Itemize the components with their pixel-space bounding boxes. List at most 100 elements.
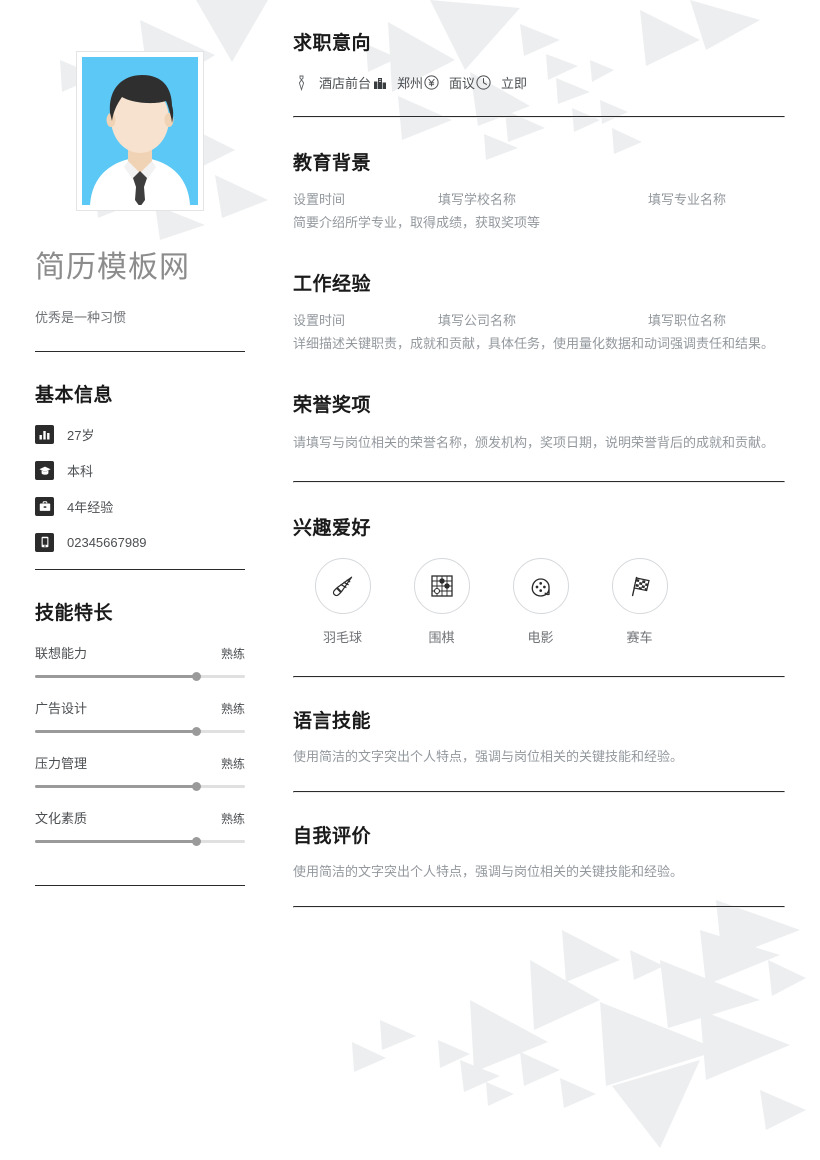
skill-level: 熟练	[220, 701, 245, 716]
skills-list: 联想能力 熟练 广告设计 熟练 压力管理 熟练 文化素质 熟练	[35, 643, 245, 846]
section-language: 语言技能 使用简洁的文字突出个人特点，强调与岗位相关的关键技能和经验。	[293, 678, 785, 794]
skill-slider-knob[interactable]	[192, 836, 202, 846]
list-item: 压力管理 熟练	[35, 753, 245, 791]
section-hobbies: 兴趣爱好 羽毛球 围棋 电影 赛车	[293, 483, 785, 679]
section-education: 教育背景 设置时间 填写学校名称 填写专业名称 简要介绍所学专业，取得成绩，获取…	[293, 118, 785, 265]
list-item: 4年经验	[35, 496, 245, 516]
necktie-icon	[293, 74, 310, 91]
section-self-evaluation: 自我评价 使用简洁的文字突出个人特点，强调与岗位相关的关键技能和经验。	[293, 793, 785, 909]
sidebar-divider-1	[35, 350, 245, 352]
list-item: 郑州	[371, 73, 423, 92]
hobby-label: 围棋	[428, 630, 455, 646]
list-item: 赛车	[590, 558, 689, 646]
honors-heading: 荣誉奖项	[293, 395, 372, 417]
sidebar: 简历模板网 优秀是一种习惯 基本信息 27岁 本科 4年经验 023456679…	[0, 0, 280, 1160]
hobbies-heading: 兴趣爱好	[293, 518, 372, 540]
skill-slider-knob[interactable]	[192, 781, 202, 791]
work-company: 填写公司名称	[438, 313, 517, 329]
skill-level: 熟练	[220, 646, 245, 661]
go-board-icon	[413, 558, 470, 615]
self-evaluation-description: 使用简洁的文字突出个人特点，强调与岗位相关的关键技能和经验。	[293, 864, 684, 880]
basic-info-heading: 基本信息	[35, 384, 114, 406]
skill-slider-knob[interactable]	[192, 726, 202, 736]
page-title: 简历模板网	[35, 251, 190, 284]
work-time: 设置时间	[293, 313, 346, 329]
list-item: 27岁	[35, 424, 245, 444]
education-meta-row: 设置时间 填写学校名称 填写专业名称	[293, 189, 785, 208]
education-school: 填写学校名称	[438, 192, 517, 207]
job-intention-value: 面议	[449, 76, 476, 91]
list-item: 联想能力 熟练	[35, 643, 245, 681]
yen-circle-icon	[423, 74, 440, 91]
work-description: 详细描述关键职责，成就和贡献，具体任务，使用量化数据和动词强调责任和结果。	[293, 336, 775, 352]
education-major: 填写专业名称	[648, 192, 727, 207]
hobby-label: 电影	[527, 630, 554, 646]
job-intention-list: 酒店前台 郑州 面议 立即	[293, 73, 785, 92]
language-description: 使用简洁的文字突出个人特点，强调与岗位相关的关键技能和经验。	[293, 749, 684, 765]
list-item: 本科	[35, 460, 245, 480]
education-description: 简要介绍所学专业，取得成绩，获取奖项等	[293, 215, 541, 230]
avatar-photo-icon	[82, 57, 198, 205]
hobby-label: 羽毛球	[322, 630, 362, 646]
list-item: 02345667989	[35, 532, 245, 552]
hobbies-list: 羽毛球 围棋 电影 赛车	[293, 558, 785, 646]
section-honors: 荣誉奖项 请填写与岗位相关的荣誉名称，颁发机构，奖项日期，说明荣誉背后的成就和贡…	[293, 386, 785, 484]
list-item: 立即	[475, 73, 527, 92]
skill-slider[interactable]	[35, 726, 245, 736]
language-heading: 语言技能	[293, 711, 372, 733]
racing-flag-icon	[611, 558, 668, 615]
resume-page: 简历模板网 优秀是一种习惯 基本信息 27岁 本科 4年经验 023456679…	[0, 0, 820, 1160]
job-intention-value: 立即	[501, 76, 528, 91]
list-item: 酒店前台	[293, 73, 371, 92]
basic-info-value: 27岁	[67, 427, 95, 443]
basic-info-list: 27岁 本科 4年经验 02345667989	[35, 424, 245, 552]
education-time: 设置时间	[293, 192, 346, 207]
skill-slider-knob[interactable]	[192, 671, 202, 681]
film-reel-icon	[512, 558, 569, 615]
skill-slider[interactable]	[35, 836, 245, 846]
avatar	[35, 52, 245, 210]
graduation-cap-icon	[35, 460, 54, 480]
basic-info-value: 02345667989	[67, 534, 147, 550]
list-item: 电影	[491, 558, 590, 646]
main-content: 求职意向 酒店前台 郑州 面议 立即 教育背景 设置时间 填写学校名称 填写专业…	[280, 0, 820, 1160]
clock-icon	[475, 74, 492, 91]
list-item: 文化素质 熟练	[35, 808, 245, 846]
work-meta-row: 设置时间 填写公司名称 填写职位名称	[293, 310, 785, 329]
basic-info-value: 本科	[67, 463, 94, 479]
skill-name: 联想能力	[35, 645, 88, 661]
job-intention-heading: 求职意向	[293, 33, 372, 54]
sidebar-divider-3	[35, 884, 245, 886]
list-item: 围棋	[392, 558, 491, 646]
section-divider	[293, 906, 785, 909]
skill-name: 广告设计	[35, 700, 88, 716]
basic-info-value: 4年经验	[67, 499, 114, 515]
list-item: 羽毛球	[293, 558, 392, 646]
skill-slider[interactable]	[35, 781, 245, 791]
section-work-experience: 工作经验 设置时间 填写公司名称 填写职位名称 详细描述关键职责，成就和贡献，具…	[293, 265, 785, 386]
hobby-label: 赛车	[626, 630, 653, 646]
section-job-intention: 求职意向 酒店前台 郑州 面议 立即	[293, 0, 785, 118]
skill-name: 压力管理	[35, 755, 88, 771]
education-heading: 教育背景	[293, 153, 372, 174]
building-icon	[371, 74, 388, 91]
briefcase-icon	[35, 496, 54, 516]
bar-chart-icon	[35, 424, 54, 444]
sidebar-divider-2	[35, 568, 245, 570]
job-intention-value: 酒店前台	[319, 76, 372, 91]
skill-slider[interactable]	[35, 671, 245, 681]
honors-description: 请填写与岗位相关的荣誉名称，颁发机构，奖项日期，说明荣誉背后的成就和贡献。	[293, 435, 775, 451]
self-evaluation-heading: 自我评价	[293, 826, 372, 848]
skill-name: 文化素质	[35, 810, 88, 826]
list-item: 广告设计 熟练	[35, 698, 245, 736]
badminton-shuttlecock-icon	[314, 558, 371, 615]
work-heading: 工作经验	[293, 274, 372, 296]
job-intention-value: 郑州	[397, 76, 424, 91]
slogan: 优秀是一种习惯	[35, 310, 127, 325]
skill-level: 熟练	[220, 756, 245, 771]
avatar-frame	[77, 52, 203, 210]
mobile-phone-icon	[35, 532, 54, 552]
work-position: 填写职位名称	[648, 313, 727, 329]
list-item: 面议	[423, 73, 475, 92]
skills-heading: 技能特长	[35, 602, 114, 624]
